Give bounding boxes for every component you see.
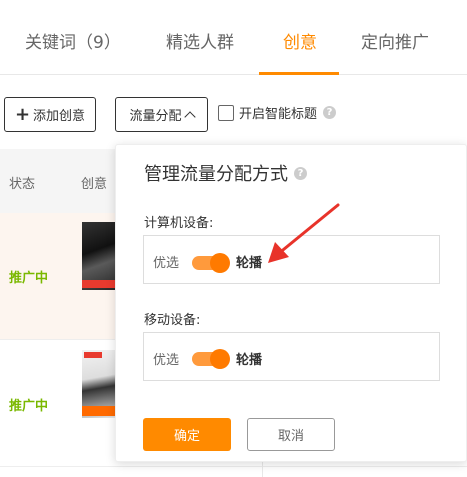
desktop-allocation-toggle[interactable]	[192, 253, 230, 273]
popover-title-text: 管理流量分配方式	[144, 164, 288, 185]
smart-title-checkbox[interactable]	[218, 104, 234, 121]
cancel-button[interactable]: 取消	[247, 418, 335, 451]
help-icon[interactable]: ?	[294, 166, 307, 180]
traffic-allocation-popover	[115, 144, 467, 462]
tab-keywords[interactable]: 关键词（9）	[25, 28, 121, 53]
active-tab-indicator	[259, 72, 339, 75]
traffic-allocation-label: 流量分配	[129, 109, 182, 124]
column-header-creative: 创意	[81, 177, 108, 192]
add-creative-button[interactable]: + 添加创意	[4, 97, 96, 132]
traffic-allocation-button[interactable]: 流量分配	[115, 97, 208, 132]
tab-creative[interactable]: 创意	[283, 28, 317, 53]
chevron-up-icon	[183, 110, 196, 123]
status-badge: 推广中	[9, 399, 49, 414]
tab-audience[interactable]: 精选人群	[166, 28, 234, 53]
desktop-option-preferred[interactable]: 优选	[153, 252, 179, 271]
desktop-option-rotation[interactable]: 轮播	[236, 252, 262, 271]
help-icon[interactable]: ?	[323, 106, 337, 119]
mobile-allocation-toggle[interactable]	[192, 349, 230, 369]
toggle-knob	[210, 253, 230, 273]
column-header-status: 状态	[9, 177, 36, 192]
plus-icon: +	[14, 103, 31, 125]
tab-bar: 关键词（9） 精选人群 创意 定向推广	[0, 0, 467, 75]
status-badge: 推广中	[9, 271, 49, 286]
mobile-option-preferred[interactable]: 优选	[153, 349, 179, 368]
popover-title: 管理流量分配方式 ?	[144, 160, 307, 186]
mobile-option-rotation[interactable]: 轮播	[236, 349, 262, 368]
toggle-knob	[210, 349, 230, 369]
confirm-button[interactable]: 确定	[143, 418, 231, 451]
desktop-allocation-box	[143, 235, 440, 284]
smart-title-option: 开启智能标题 ?	[218, 103, 337, 122]
smart-title-label: 开启智能标题	[239, 107, 318, 122]
mobile-device-label: 移动设备:	[144, 313, 201, 328]
tab-targeting[interactable]: 定向推广	[361, 28, 429, 53]
thumbnail-badge	[84, 352, 102, 358]
mobile-allocation-box	[143, 332, 440, 381]
add-creative-label: 添加创意	[33, 109, 86, 124]
desktop-device-label: 计算机设备:	[144, 216, 214, 231]
